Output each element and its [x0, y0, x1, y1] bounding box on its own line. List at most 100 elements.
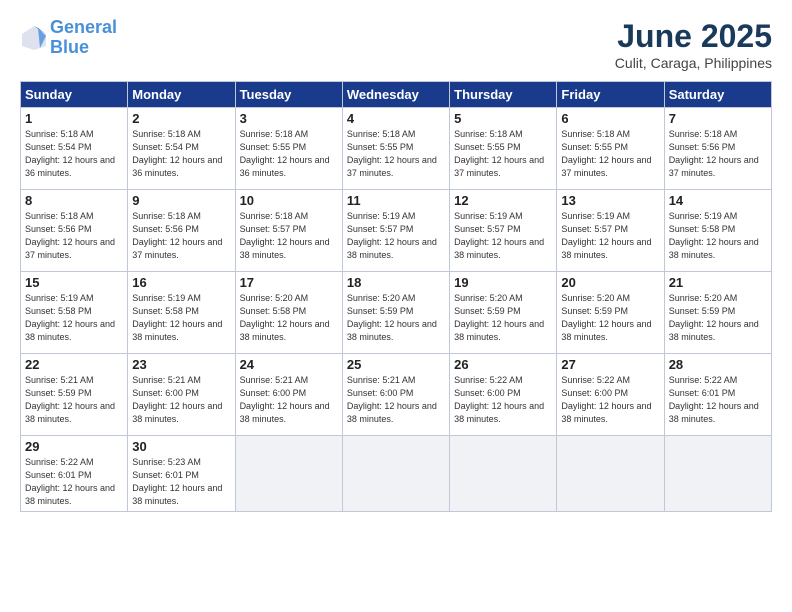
day-info: Sunrise: 5:20 AMSunset: 5:59 PMDaylight:…	[454, 292, 552, 344]
calendar-day-cell: 17Sunrise: 5:20 AMSunset: 5:58 PMDayligh…	[235, 272, 342, 354]
calendar-day-cell	[557, 436, 664, 512]
calendar-day-cell	[235, 436, 342, 512]
day-info: Sunrise: 5:22 AMSunset: 6:01 PMDaylight:…	[669, 374, 767, 426]
day-number: 11	[347, 193, 445, 208]
page: General Blue June 2025 Culit, Caraga, Ph…	[0, 0, 792, 612]
calendar-day-cell: 8 Sunrise: 5:18 AMSunset: 5:56 PMDaylight…	[21, 190, 128, 272]
calendar-day-cell: 16Sunrise: 5:19 AMSunset: 5:58 PMDayligh…	[128, 272, 235, 354]
day-number: 22	[25, 357, 123, 372]
day-info: Sunrise: 5:19 AMSunset: 5:57 PMDaylight:…	[347, 210, 445, 262]
calendar-day-cell: 26 Sunrise: 5:22 AMSunset: 6:00 PMDayligh…	[450, 354, 557, 436]
calendar-day-cell: 27 Sunrise: 5:22 AMSunset: 6:00 PMDayligh…	[557, 354, 664, 436]
calendar-day-cell: 13 Sunrise: 5:19 AMSunset: 5:57 PMDayligh…	[557, 190, 664, 272]
day-info: Sunrise: 5:21 AMSunset: 5:59 PMDaylight:…	[25, 374, 123, 426]
day-number: 20	[561, 275, 659, 290]
day-number: 4	[347, 111, 445, 126]
calendar-day-cell	[450, 436, 557, 512]
calendar-day-cell: 6 Sunrise: 5:18 AMSunset: 5:55 PMDaylight…	[557, 108, 664, 190]
day-number: 5	[454, 111, 552, 126]
col-sunday: Sunday	[21, 82, 128, 108]
day-number: 29	[25, 439, 123, 454]
day-info: Sunrise: 5:18 AMSunset: 5:56 PMDaylight:…	[669, 128, 767, 180]
day-number: 28	[669, 357, 767, 372]
col-saturday: Saturday	[664, 82, 771, 108]
day-info: Sunrise: 5:18 AMSunset: 5:56 PMDaylight:…	[132, 210, 230, 262]
day-info: Sunrise: 5:18 AMSunset: 5:54 PMDaylight:…	[132, 128, 230, 180]
calendar-week-row: 15 Sunrise: 5:19 AMSunset: 5:58 PMDayligh…	[21, 272, 772, 354]
col-tuesday: Tuesday	[235, 82, 342, 108]
day-number: 14	[669, 193, 767, 208]
calendar-day-cell: 21Sunrise: 5:20 AMSunset: 5:59 PMDayligh…	[664, 272, 771, 354]
logo-text: General Blue	[50, 18, 117, 58]
day-number: 17	[240, 275, 338, 290]
calendar-day-cell: 24 Sunrise: 5:21 AMSunset: 6:00 PMDayligh…	[235, 354, 342, 436]
calendar-day-cell: 23 Sunrise: 5:21 AMSunset: 6:00 PMDayligh…	[128, 354, 235, 436]
col-friday: Friday	[557, 82, 664, 108]
day-number: 24	[240, 357, 338, 372]
day-number: 26	[454, 357, 552, 372]
day-number: 16	[132, 275, 230, 290]
calendar-day-cell: 25 Sunrise: 5:21 AMSunset: 6:00 PMDayligh…	[342, 354, 449, 436]
day-info: Sunrise: 5:18 AMSunset: 5:55 PMDaylight:…	[561, 128, 659, 180]
day-info: Sunrise: 5:18 AMSunset: 5:57 PMDaylight:…	[240, 210, 338, 262]
day-info: Sunrise: 5:22 AMSunset: 6:00 PMDaylight:…	[561, 374, 659, 426]
calendar-week-row: 1 Sunrise: 5:18 AMSunset: 5:54 PMDaylight…	[21, 108, 772, 190]
calendar-week-row: 8 Sunrise: 5:18 AMSunset: 5:56 PMDaylight…	[21, 190, 772, 272]
day-number: 18	[347, 275, 445, 290]
calendar-day-cell: 30Sunrise: 5:23 AMSunset: 6:01 PMDayligh…	[128, 436, 235, 512]
title-block: June 2025 Culit, Caraga, Philippines	[615, 18, 772, 71]
day-info: Sunrise: 5:18 AMSunset: 5:56 PMDaylight:…	[25, 210, 123, 262]
calendar-day-cell: 2Sunrise: 5:18 AMSunset: 5:54 PMDaylight…	[128, 108, 235, 190]
day-info: Sunrise: 5:19 AMSunset: 5:57 PMDaylight:…	[454, 210, 552, 262]
calendar-day-cell: 29 Sunrise: 5:22 AMSunset: 6:01 PMDayligh…	[21, 436, 128, 512]
day-info: Sunrise: 5:21 AMSunset: 6:00 PMDaylight:…	[240, 374, 338, 426]
logo-icon	[20, 24, 48, 52]
month-title: June 2025	[615, 18, 772, 55]
day-number: 1	[25, 111, 123, 126]
day-info: Sunrise: 5:20 AMSunset: 5:59 PMDaylight:…	[347, 292, 445, 344]
day-info: Sunrise: 5:20 AMSunset: 5:59 PMDaylight:…	[669, 292, 767, 344]
day-info: Sunrise: 5:18 AMSunset: 5:55 PMDaylight:…	[240, 128, 338, 180]
day-info: Sunrise: 5:22 AMSunset: 6:01 PMDaylight:…	[25, 456, 123, 508]
day-info: Sunrise: 5:18 AMSunset: 5:55 PMDaylight:…	[454, 128, 552, 180]
calendar-body: 1 Sunrise: 5:18 AMSunset: 5:54 PMDaylight…	[21, 108, 772, 512]
calendar-table: Sunday Monday Tuesday Wednesday Thursday…	[20, 81, 772, 512]
logo: General Blue	[20, 18, 117, 58]
day-number: 30	[132, 439, 230, 454]
day-number: 9	[132, 193, 230, 208]
col-monday: Monday	[128, 82, 235, 108]
day-info: Sunrise: 5:19 AMSunset: 5:57 PMDaylight:…	[561, 210, 659, 262]
calendar-day-cell: 1 Sunrise: 5:18 AMSunset: 5:54 PMDaylight…	[21, 108, 128, 190]
calendar-day-cell: 10 Sunrise: 5:18 AMSunset: 5:57 PMDayligh…	[235, 190, 342, 272]
header: General Blue June 2025 Culit, Caraga, Ph…	[20, 18, 772, 71]
calendar-day-cell: 14Sunrise: 5:19 AMSunset: 5:58 PMDayligh…	[664, 190, 771, 272]
day-info: Sunrise: 5:21 AMSunset: 6:00 PMDaylight:…	[347, 374, 445, 426]
day-number: 8	[25, 193, 123, 208]
logo-blue: Blue	[50, 37, 89, 57]
day-number: 15	[25, 275, 123, 290]
day-number: 12	[454, 193, 552, 208]
day-number: 10	[240, 193, 338, 208]
calendar-day-cell: 19Sunrise: 5:20 AMSunset: 5:59 PMDayligh…	[450, 272, 557, 354]
calendar-day-cell: 18 Sunrise: 5:20 AMSunset: 5:59 PMDayligh…	[342, 272, 449, 354]
day-info: Sunrise: 5:21 AMSunset: 6:00 PMDaylight:…	[132, 374, 230, 426]
day-number: 27	[561, 357, 659, 372]
day-info: Sunrise: 5:19 AMSunset: 5:58 PMDaylight:…	[25, 292, 123, 344]
calendar-day-cell: 3Sunrise: 5:18 AMSunset: 5:55 PMDaylight…	[235, 108, 342, 190]
calendar-day-cell	[342, 436, 449, 512]
day-number: 23	[132, 357, 230, 372]
calendar-day-cell: 22 Sunrise: 5:21 AMSunset: 5:59 PMDayligh…	[21, 354, 128, 436]
day-number: 6	[561, 111, 659, 126]
day-number: 25	[347, 357, 445, 372]
calendar-week-row: 29 Sunrise: 5:22 AMSunset: 6:01 PMDayligh…	[21, 436, 772, 512]
day-number: 13	[561, 193, 659, 208]
calendar-day-cell: 12 Sunrise: 5:19 AMSunset: 5:57 PMDayligh…	[450, 190, 557, 272]
calendar-day-cell	[664, 436, 771, 512]
calendar-day-cell: 20Sunrise: 5:20 AMSunset: 5:59 PMDayligh…	[557, 272, 664, 354]
calendar-day-cell: 5 Sunrise: 5:18 AMSunset: 5:55 PMDaylight…	[450, 108, 557, 190]
col-wednesday: Wednesday	[342, 82, 449, 108]
day-info: Sunrise: 5:18 AMSunset: 5:54 PMDaylight:…	[25, 128, 123, 180]
day-info: Sunrise: 5:22 AMSunset: 6:00 PMDaylight:…	[454, 374, 552, 426]
calendar-day-cell: 9 Sunrise: 5:18 AMSunset: 5:56 PMDaylight…	[128, 190, 235, 272]
location: Culit, Caraga, Philippines	[615, 55, 772, 71]
